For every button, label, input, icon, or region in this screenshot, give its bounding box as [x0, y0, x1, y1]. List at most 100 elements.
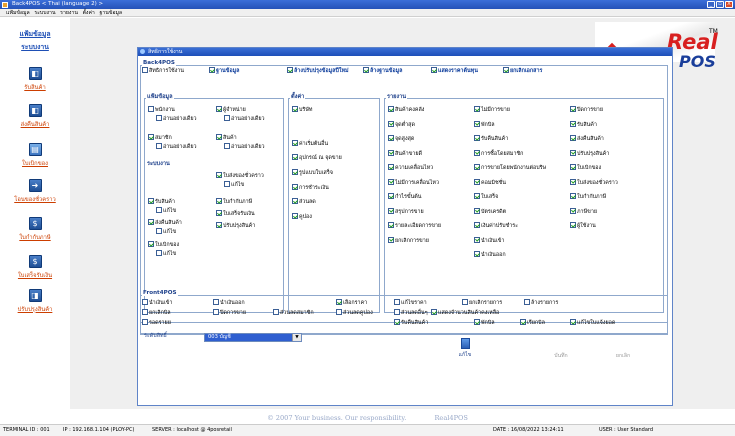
unchecked-box-icon[interactable]: [213, 299, 219, 305]
checked-box-icon[interactable]: [388, 164, 394, 170]
checked-box-icon[interactable]: [292, 140, 298, 146]
permission-checkbox[interactable]: คูปอง: [292, 213, 312, 221]
permission-checkbox[interactable]: บัตรเครดิต: [474, 207, 506, 216]
permission-checkbox[interactable]: พนักงาน: [148, 106, 175, 114]
checked-box-icon[interactable]: [388, 193, 394, 199]
menu-database[interactable]: ฐานข้อมูล: [100, 10, 123, 16]
permission-checkbox[interactable]: จุดต่ำสุด: [388, 120, 415, 129]
checked-box-icon[interactable]: [520, 319, 526, 325]
menu-settings[interactable]: ตั้งค่า: [83, 10, 95, 16]
menu-report[interactable]: รายงาน: [60, 10, 78, 16]
permission-checkbox[interactable]: สินค้า: [216, 134, 237, 142]
checked-box-icon[interactable]: [474, 319, 480, 325]
permission-checkbox[interactable]: ล้างรายการ: [524, 299, 558, 307]
permission-checkbox[interactable]: การชำระเงิน: [292, 184, 329, 192]
permission-checkbox[interactable]: อ่านอย่างเดียว: [156, 143, 197, 151]
checked-box-icon[interactable]: [148, 134, 154, 140]
checked-box-icon[interactable]: [292, 154, 298, 160]
checked-box-icon[interactable]: [148, 241, 154, 247]
checked-box-icon[interactable]: [287, 67, 293, 73]
checked-box-icon[interactable]: [388, 222, 394, 228]
checked-box-icon[interactable]: [216, 210, 222, 216]
unchecked-box-icon[interactable]: [142, 299, 148, 305]
checked-box-icon[interactable]: [216, 106, 222, 112]
checked-box-icon[interactable]: [570, 178, 576, 185]
permission-checkbox[interactable]: ใบส่งของชั่วคราว: [570, 178, 618, 187]
permission-checkbox[interactable]: ไม่มีการเคลื่อนไหว: [388, 178, 439, 187]
permission-checkbox[interactable]: ไม่มีการขาย: [474, 106, 510, 114]
checked-box-icon[interactable]: [292, 213, 298, 219]
unchecked-box-icon[interactable]: [156, 115, 162, 121]
permission-checkbox[interactable]: สมาชิก: [148, 134, 172, 142]
sidebar-item-tax-invoice[interactable]: $ ใบกำกับภาษี: [0, 217, 70, 242]
permission-checkbox[interactable]: ใบเบิกของ: [148, 241, 179, 249]
checked-box-icon[interactable]: [570, 135, 576, 141]
sidebar-item-receipt[interactable]: $ ใบเสร็จรับเงิน: [0, 255, 70, 280]
checked-box-icon[interactable]: [388, 207, 394, 214]
unchecked-box-icon[interactable]: [394, 299, 400, 305]
checked-box-icon[interactable]: [336, 299, 342, 305]
permission-checkbox[interactable]: ค่าเริ่มต้นอื่น: [292, 140, 328, 148]
unchecked-box-icon[interactable]: [524, 299, 530, 305]
checked-box-icon[interactable]: [148, 219, 154, 225]
checked-box-icon[interactable]: [474, 120, 480, 127]
unchecked-box-icon[interactable]: [213, 309, 219, 315]
unchecked-box-icon[interactable]: [142, 319, 148, 325]
checked-box-icon[interactable]: [570, 222, 576, 228]
unchecked-box-icon[interactable]: [224, 181, 230, 187]
checked-box-icon[interactable]: [570, 164, 576, 170]
permission-checkbox[interactable]: เลือกราคา: [336, 299, 367, 307]
permission-checkbox[interactable]: รับสินค้า: [148, 198, 175, 206]
checked-box-icon[interactable]: [292, 106, 298, 112]
permission-checkbox[interactable]: บริษัท: [292, 106, 312, 114]
checked-box-icon[interactable]: [388, 106, 394, 112]
unchecked-box-icon[interactable]: [224, 115, 230, 121]
unchecked-box-icon[interactable]: [462, 299, 468, 305]
checked-box-icon[interactable]: [474, 135, 480, 141]
sidebar-item-temp-delivery[interactable]: ➜ โอนของชั่วคราว: [0, 179, 70, 204]
checked-box-icon[interactable]: [474, 178, 480, 185]
checked-box-icon[interactable]: [570, 106, 576, 112]
permission-checkbox[interactable]: เรียกบิล: [520, 319, 545, 327]
permission-checkbox[interactable]: สินค้าคงคลัง: [388, 106, 424, 114]
permission-checkbox[interactable]: แสดงราคาต้นทุน: [431, 67, 478, 75]
permission-checkbox[interactable]: นำเงินออก: [474, 251, 506, 259]
permission-checkbox[interactable]: สินค้าขายดี: [388, 149, 422, 158]
permission-checkbox[interactable]: ใบกำกับภาษี: [570, 193, 606, 201]
permission-checkbox[interactable]: อุปกรณ์ ณ จุดขาย: [292, 154, 342, 162]
permission-checkbox[interactable]: นำเงินออก: [213, 299, 245, 307]
unchecked-box-icon[interactable]: [224, 143, 230, 149]
permission-checkbox[interactable]: ส่วนลด: [292, 198, 316, 206]
permission-checkbox[interactable]: อ่านอย่างเดียว: [224, 115, 265, 123]
permission-checkbox[interactable]: ปรับปรุงสินค้า: [216, 222, 255, 230]
permission-checkbox[interactable]: ใบเสร็จรับเงิน: [216, 210, 255, 218]
unchecked-box-icon[interactable]: [156, 250, 162, 256]
permission-checkbox[interactable]: รอดรายย: [142, 319, 171, 327]
maximize-button[interactable]: ▫: [716, 1, 724, 8]
permission-checkbox[interactable]: ใบเบิกของ: [570, 164, 601, 172]
unchecked-box-icon[interactable]: [148, 106, 154, 112]
checked-box-icon[interactable]: [388, 120, 394, 127]
permission-checkbox[interactable]: รายละเอียดการขาย: [388, 222, 441, 230]
permission-checkbox[interactable]: แสดงจำนวนสินค้าคงเหลือ: [431, 309, 499, 317]
checked-box-icon[interactable]: [394, 319, 400, 325]
permission-checkbox[interactable]: ใบเสร็จ: [474, 193, 498, 201]
permission-checkbox[interactable]: แก้ไข: [156, 228, 176, 236]
cancel-button[interactable]: ยกเลิก: [608, 352, 638, 360]
permission-checkbox[interactable]: แก้ไขราคา: [394, 299, 427, 307]
permission-checkbox[interactable]: ใบกำกับภาษี: [216, 198, 252, 206]
permission-checkbox[interactable]: อ่านอย่างเดียว: [224, 143, 265, 151]
checked-box-icon[interactable]: [292, 184, 298, 190]
permission-checkbox[interactable]: ล้างปรับปรุงข้อมูลปีใหม่: [287, 67, 349, 75]
permission-checkbox[interactable]: ใบส่งของชั่วคราว: [216, 172, 264, 180]
checked-box-icon[interactable]: [474, 164, 480, 170]
checked-box-icon[interactable]: [388, 236, 394, 243]
checked-box-icon[interactable]: [388, 149, 394, 156]
permission-checkbox[interactable]: กำไรขั้นต้น: [388, 193, 421, 201]
permission-checkbox[interactable]: จุดสูงสุด: [388, 135, 414, 143]
permission-checkbox[interactable]: ส่วนลดสมาชิก: [273, 309, 314, 317]
checked-box-icon[interactable]: [292, 198, 298, 204]
permission-checkbox[interactable]: ฐานข้อมูล: [209, 67, 239, 75]
checked-box-icon[interactable]: [474, 236, 480, 243]
close-button[interactable]: X: [725, 1, 733, 8]
